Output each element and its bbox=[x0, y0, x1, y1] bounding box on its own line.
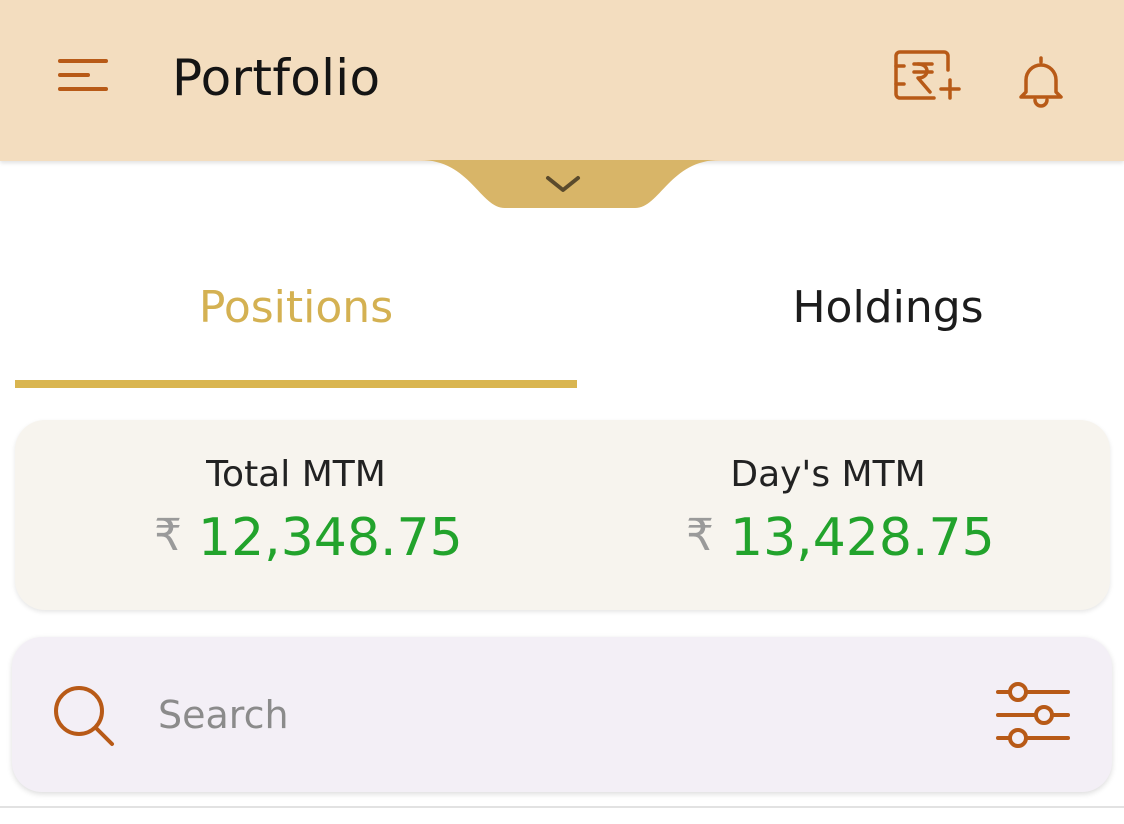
notification-bell-icon bbox=[1019, 56, 1063, 108]
menu-icon bbox=[58, 59, 108, 91]
days-mtm-amount: 13,428.75 bbox=[730, 508, 995, 568]
total-mtm-label: Total MTM bbox=[206, 454, 386, 495]
total-mtm-value: ₹ 12,348.75 bbox=[154, 508, 463, 568]
add-funds-rupee-icon bbox=[894, 50, 961, 100]
filter-sliders-icon bbox=[996, 682, 1070, 748]
notifications-button[interactable] bbox=[1014, 52, 1068, 108]
rupee-symbol: ₹ bbox=[686, 510, 714, 561]
filter-button[interactable] bbox=[994, 680, 1072, 750]
collapse-toggle-tab[interactable] bbox=[420, 160, 720, 210]
page-title: Portfolio bbox=[172, 49, 381, 107]
total-mtm-amount: 12,348.75 bbox=[198, 508, 463, 568]
tab-holdings[interactable]: Holdings bbox=[608, 268, 1124, 348]
menu-button[interactable] bbox=[56, 55, 112, 99]
add-funds-button[interactable] bbox=[890, 48, 962, 106]
divider bbox=[0, 806, 1124, 808]
active-tab-indicator bbox=[15, 380, 577, 388]
app-bar: Portfolio bbox=[0, 0, 1124, 161]
rupee-symbol: ₹ bbox=[154, 510, 182, 561]
search-icon[interactable] bbox=[52, 684, 116, 748]
days-mtm-label: Day's MTM bbox=[730, 454, 926, 495]
days-mtm-value: ₹ 13,428.75 bbox=[686, 508, 995, 568]
search-input[interactable] bbox=[156, 680, 940, 750]
tab-positions[interactable]: Positions bbox=[15, 268, 577, 348]
